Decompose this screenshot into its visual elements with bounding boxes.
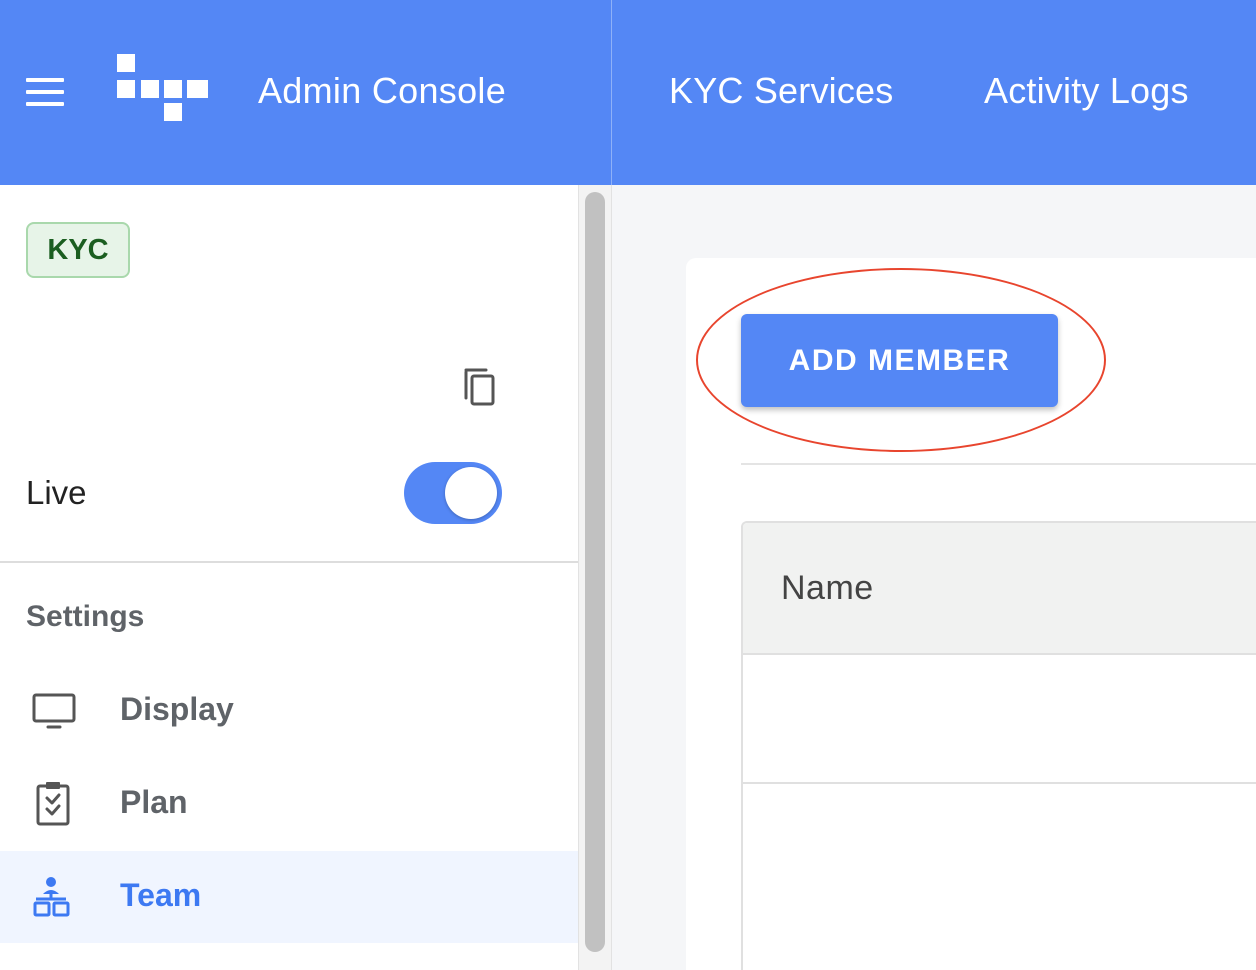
settings-section-title: Settings	[26, 600, 145, 633]
sidebar-item-label: Plan	[120, 784, 188, 820]
org-chart-icon	[32, 875, 80, 919]
sidebar-divider	[0, 561, 578, 563]
header-divider	[611, 0, 612, 185]
table-header: Name	[743, 523, 1256, 655]
clipboard-check-icon	[32, 782, 80, 826]
nav-link-kyc-services[interactable]: KYC Services	[669, 70, 893, 112]
top-app-bar: Admin Console KYC Services Activity Logs	[0, 0, 1256, 185]
nav-link-activity-logs[interactable]: Activity Logs	[984, 70, 1189, 112]
sidebar-item-label: Display	[120, 691, 234, 727]
copy-icon[interactable]	[460, 364, 500, 408]
card-divider	[741, 463, 1256, 465]
members-table: Name	[741, 521, 1256, 970]
sidebar-item-display[interactable]: Display	[0, 665, 578, 757]
live-toggle-knob	[445, 467, 497, 519]
sidebar-scrollbar-thumb[interactable]	[585, 192, 605, 952]
app-logo-icon	[117, 54, 209, 122]
monitor-icon	[32, 689, 80, 733]
kyc-badge: KYC	[26, 222, 130, 278]
add-member-button[interactable]: ADD MEMBER	[741, 314, 1058, 407]
sidebar-item-plan[interactable]: Plan	[0, 758, 578, 850]
live-toggle[interactable]	[404, 462, 502, 524]
live-label: Live	[26, 474, 87, 511]
column-header-name[interactable]: Name	[781, 569, 874, 608]
hamburger-menu-icon[interactable]	[26, 76, 66, 108]
table-row	[743, 657, 1256, 784]
app-title: Admin Console	[258, 70, 507, 111]
sidebar-item-team[interactable]: Team	[0, 851, 578, 943]
sidebar-item-label: Team	[120, 877, 202, 913]
